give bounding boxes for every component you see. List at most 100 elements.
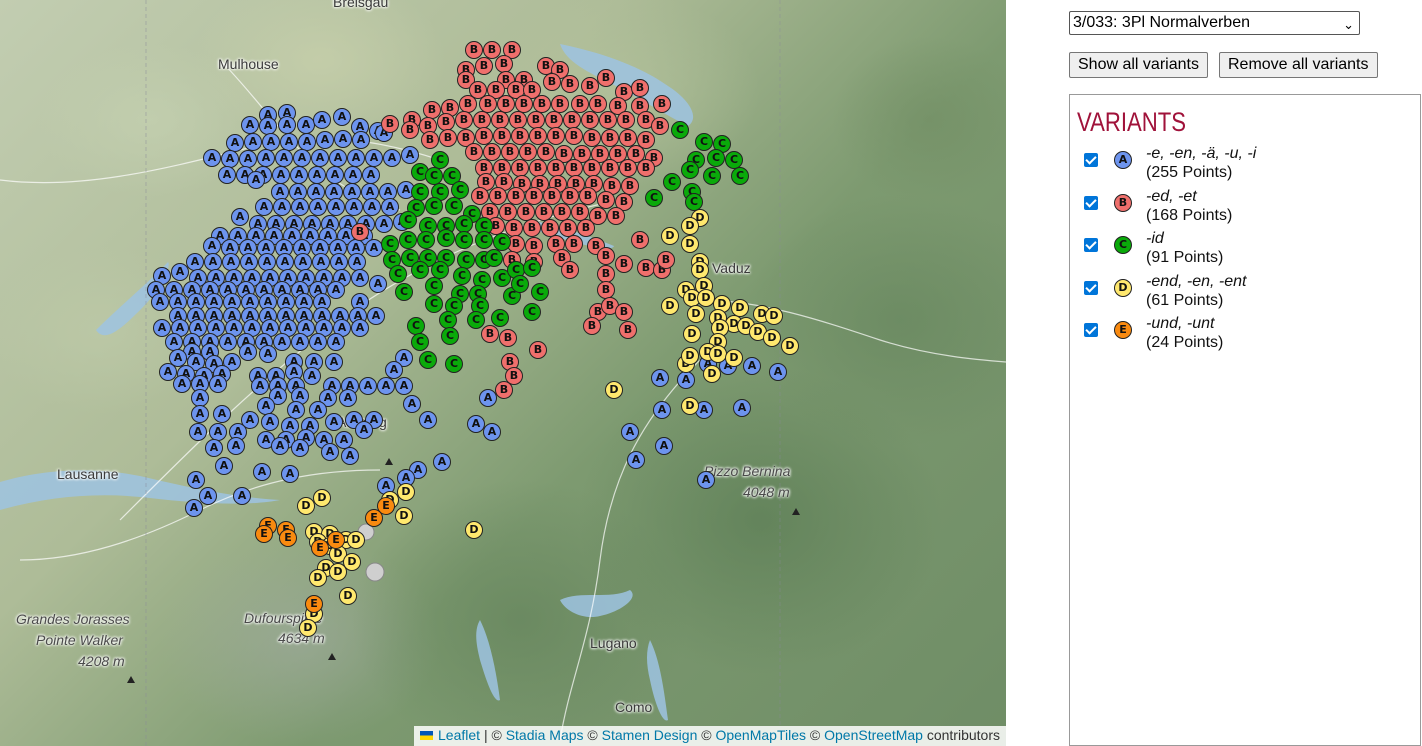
- variant-marker-a[interactable]: A: [733, 399, 751, 417]
- variant-marker-c[interactable]: C: [695, 133, 713, 151]
- variant-marker-b[interactable]: B: [465, 143, 483, 161]
- variant-marker-d[interactable]: D: [681, 217, 699, 235]
- variant-marker-d[interactable]: D: [465, 521, 483, 539]
- variant-marker-a[interactable]: A: [344, 166, 362, 184]
- variant-marker-c[interactable]: C: [523, 259, 541, 277]
- variant-marker-a[interactable]: A: [185, 499, 203, 517]
- variant-marker-b[interactable]: B: [607, 207, 625, 225]
- variant-marker-d[interactable]: D: [309, 569, 327, 587]
- variant-marker-c[interactable]: C: [681, 161, 699, 179]
- variant-marker-c[interactable]: C: [417, 231, 435, 249]
- variant-marker-c[interactable]: C: [455, 231, 473, 249]
- variant-marker-a[interactable]: A: [231, 208, 249, 226]
- variant-marker-c[interactable]: C: [425, 197, 443, 215]
- openstreetmap-link[interactable]: OpenStreetMap: [824, 727, 923, 743]
- variant-marker-a[interactable]: A: [339, 389, 357, 407]
- variant-checkbox[interactable]: [1084, 238, 1098, 252]
- variant-marker-a[interactable]: A: [697, 471, 715, 489]
- variant-marker-a[interactable]: A: [359, 377, 377, 395]
- variant-marker-c[interactable]: C: [731, 167, 749, 185]
- variant-marker-a[interactable]: A: [433, 453, 451, 471]
- variant-marker-d[interactable]: D: [703, 365, 721, 383]
- variant-marker-d[interactable]: D: [397, 483, 415, 501]
- variant-marker-a[interactable]: A: [273, 333, 291, 351]
- variant-marker-e[interactable]: E: [279, 529, 297, 547]
- variant-marker-c[interactable]: C: [419, 351, 437, 369]
- variant-marker-a[interactable]: A: [363, 198, 381, 216]
- variant-marker-b[interactable]: B: [565, 127, 583, 145]
- variant-marker-c[interactable]: C: [707, 149, 725, 167]
- variant-marker-b[interactable]: B: [465, 41, 483, 59]
- variant-marker-a[interactable]: A: [255, 198, 273, 216]
- variant-marker-b[interactable]: B: [547, 127, 565, 145]
- variant-checkbox[interactable]: [1084, 323, 1098, 337]
- show-all-variants-button[interactable]: Show all variants: [1069, 52, 1208, 78]
- variant-marker-a[interactable]: A: [271, 437, 289, 455]
- variant-marker-b[interactable]: B: [561, 261, 579, 279]
- variant-marker-c[interactable]: C: [671, 121, 689, 139]
- variant-marker-d[interactable]: D: [683, 325, 701, 343]
- variant-marker-a[interactable]: A: [381, 198, 399, 216]
- variant-marker-a[interactable]: A: [281, 465, 299, 483]
- variant-marker-d[interactable]: D: [339, 587, 357, 605]
- stamen-design-link[interactable]: Stamen Design: [602, 727, 698, 743]
- variant-marker-c[interactable]: C: [407, 317, 425, 335]
- stadia-maps-link[interactable]: Stadia Maps: [506, 727, 584, 743]
- variant-marker-a[interactable]: A: [352, 131, 370, 149]
- variant-marker-a[interactable]: A: [375, 215, 393, 233]
- variant-marker-a[interactable]: A: [677, 371, 695, 389]
- variant-marker-a[interactable]: A: [275, 149, 293, 167]
- variant-marker-b[interactable]: B: [481, 325, 499, 343]
- variant-marker-a[interactable]: A: [273, 198, 291, 216]
- openmaptiles-link[interactable]: OpenMapTiles: [715, 727, 806, 743]
- variant-marker-b[interactable]: B: [523, 219, 541, 237]
- variant-marker-c[interactable]: C: [523, 303, 541, 321]
- variant-marker-a[interactable]: A: [213, 405, 231, 423]
- variant-marker-b[interactable]: B: [561, 75, 579, 93]
- variant-marker-a[interactable]: A: [333, 108, 351, 126]
- variant-marker-d[interactable]: D: [661, 297, 679, 315]
- variant-marker-a[interactable]: A: [278, 116, 296, 134]
- variant-marker-b[interactable]: B: [401, 121, 419, 139]
- variant-marker-b[interactable]: B: [619, 159, 637, 177]
- variant-marker-a[interactable]: A: [653, 401, 671, 419]
- variant-marker-a[interactable]: A: [313, 111, 331, 129]
- variant-marker-a[interactable]: A: [191, 405, 209, 423]
- variant-marker-a[interactable]: A: [325, 413, 343, 431]
- variant-marker-a[interactable]: A: [351, 269, 369, 287]
- variant-marker-c[interactable]: C: [425, 277, 443, 295]
- variant-marker-b[interactable]: B: [529, 341, 547, 359]
- variant-marker-a[interactable]: A: [351, 319, 369, 337]
- variant-marker-d[interactable]: D: [299, 619, 317, 637]
- variant-marker-b[interactable]: B: [351, 223, 369, 241]
- variant-marker-a[interactable]: A: [199, 487, 217, 505]
- variant-marker-a[interactable]: A: [251, 377, 269, 395]
- variant-marker-c[interactable]: C: [399, 211, 417, 229]
- variant-marker-a[interactable]: A: [219, 333, 237, 351]
- variant-marker-a[interactable]: A: [355, 421, 373, 439]
- variant-marker-d[interactable]: D: [725, 349, 743, 367]
- variant-marker-d[interactable]: D: [681, 397, 699, 415]
- variant-marker-b[interactable]: B: [637, 159, 655, 177]
- variant-marker-a[interactable]: A: [651, 369, 669, 387]
- variant-marker-c[interactable]: C: [411, 261, 429, 279]
- variant-marker-a[interactable]: A: [655, 437, 673, 455]
- variant-marker-a[interactable]: A: [483, 423, 501, 441]
- variant-marker-b[interactable]: B: [615, 303, 633, 321]
- variant-marker-a[interactable]: A: [367, 307, 385, 325]
- variant-checkbox[interactable]: [1084, 153, 1098, 167]
- variant-marker-a[interactable]: A: [327, 281, 345, 299]
- variant-marker-a[interactable]: A: [327, 333, 345, 351]
- variant-marker-c[interactable]: C: [485, 249, 503, 267]
- variant-marker-b[interactable]: B: [475, 57, 493, 75]
- variant-marker-a[interactable]: A: [241, 116, 259, 134]
- variant-marker-e[interactable]: E: [311, 539, 329, 557]
- variant-marker-c[interactable]: C: [703, 167, 721, 185]
- variant-marker-a[interactable]: A: [244, 133, 262, 151]
- variant-marker-a[interactable]: A: [165, 333, 183, 351]
- variant-marker-b[interactable]: B: [583, 317, 601, 335]
- variant-marker-c[interactable]: C: [399, 231, 417, 249]
- variant-marker-a[interactable]: A: [173, 375, 191, 393]
- variant-checkbox[interactable]: [1084, 280, 1098, 295]
- remove-all-variants-button[interactable]: Remove all variants: [1219, 52, 1378, 78]
